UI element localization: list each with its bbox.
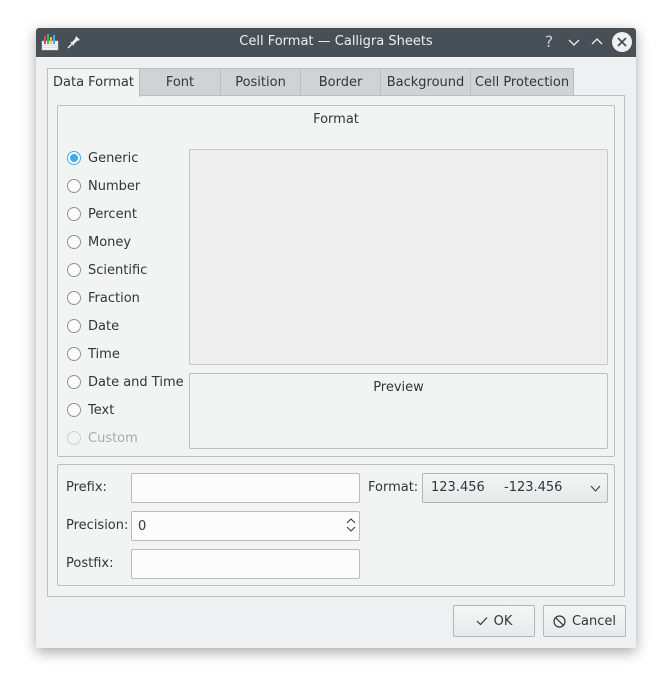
radio-indicator[interactable] [67, 263, 81, 277]
chevron-down-icon [590, 485, 601, 492]
prefix-input[interactable] [131, 473, 360, 503]
ok-label: OK [493, 613, 513, 629]
format-negative-sample: -123.456 [504, 480, 563, 495]
radio-label: Number [88, 178, 141, 194]
radio-label: Percent [88, 206, 137, 222]
format-combobox[interactable]: 123.456 -123.456 [422, 473, 608, 503]
radio-indicator[interactable] [67, 347, 81, 361]
postfix-label: Postfix: [66, 556, 114, 571]
tab-cell-protection[interactable]: Cell Protection [470, 68, 574, 95]
data-format-panel: Format Generic Number Percent Money Scie… [47, 95, 625, 597]
ok-button[interactable]: OK [453, 605, 535, 637]
radio-fraction[interactable]: Fraction [67, 288, 140, 308]
title-bar[interactable]: Cell Format — Calligra Sheets ? [36, 28, 636, 57]
radio-time[interactable]: Time [67, 344, 120, 364]
radio-date-and-time[interactable]: Date and Time [67, 372, 184, 392]
preview-title: Preview [373, 380, 424, 395]
cancel-icon [553, 614, 566, 628]
format-label: Format: [368, 480, 419, 495]
radio-label: Fraction [88, 290, 140, 306]
radio-indicator[interactable] [67, 151, 81, 165]
radio-text[interactable]: Text [67, 400, 114, 420]
checkmark-icon [476, 617, 488, 626]
radio-indicator[interactable] [67, 375, 81, 389]
radio-indicator[interactable] [67, 319, 81, 333]
radio-indicator[interactable] [67, 291, 81, 305]
minimize-icon[interactable] [565, 33, 583, 51]
cancel-button[interactable]: Cancel [543, 605, 626, 637]
radio-indicator[interactable] [67, 235, 81, 249]
radio-generic[interactable]: Generic [67, 148, 138, 168]
tab-border[interactable]: Border [300, 68, 381, 95]
radio-date[interactable]: Date [67, 316, 119, 336]
radio-indicator[interactable] [67, 403, 81, 417]
radio-percent[interactable]: Percent [67, 204, 137, 224]
cancel-label: Cancel [571, 613, 617, 629]
format-group: Format Generic Number Percent Money Scie… [57, 105, 615, 457]
format-group-title: Format [313, 112, 359, 127]
tab-position[interactable]: Position [220, 68, 301, 95]
format-list-area[interactable] [189, 149, 608, 365]
help-button[interactable]: ? [541, 32, 557, 51]
radio-number[interactable]: Number [67, 176, 140, 196]
radio-indicator [67, 431, 81, 445]
radio-money[interactable]: Money [67, 232, 131, 252]
radio-scientific[interactable]: Scientific [67, 260, 147, 280]
radio-label: Scientific [88, 262, 148, 278]
format-positive-sample: 123.456 [431, 480, 485, 495]
precision-label: Precision: [66, 518, 129, 533]
radio-label: Text [88, 402, 115, 418]
tab-background[interactable]: Background [380, 68, 471, 95]
radio-label: Date [88, 318, 120, 334]
prefix-label: Prefix: [66, 480, 107, 495]
format-options-group: Prefix: Precision: Postfix: Format: 123.… [57, 464, 615, 586]
close-icon[interactable] [612, 32, 632, 52]
postfix-input[interactable] [131, 549, 360, 579]
radio-label: Date and Time [88, 374, 184, 390]
radio-label: Time [88, 346, 120, 362]
radio-label: Money [88, 234, 132, 250]
radio-custom: Custom [67, 428, 138, 448]
spin-arrows-icon[interactable] [346, 516, 356, 534]
tab-font[interactable]: Font [139, 68, 221, 95]
preview-box: Preview [189, 373, 608, 449]
radio-label: Generic [88, 150, 139, 166]
maximize-icon[interactable] [588, 33, 606, 51]
radio-label: Custom [88, 430, 138, 446]
cell-format-dialog: Cell Format — Calligra Sheets ? Data For… [36, 28, 636, 648]
precision-input[interactable] [131, 511, 360, 541]
radio-indicator[interactable] [67, 207, 81, 221]
radio-indicator[interactable] [67, 179, 81, 193]
precision-spinbox[interactable] [131, 511, 360, 541]
tab-data-format[interactable]: Data Format [47, 68, 140, 97]
